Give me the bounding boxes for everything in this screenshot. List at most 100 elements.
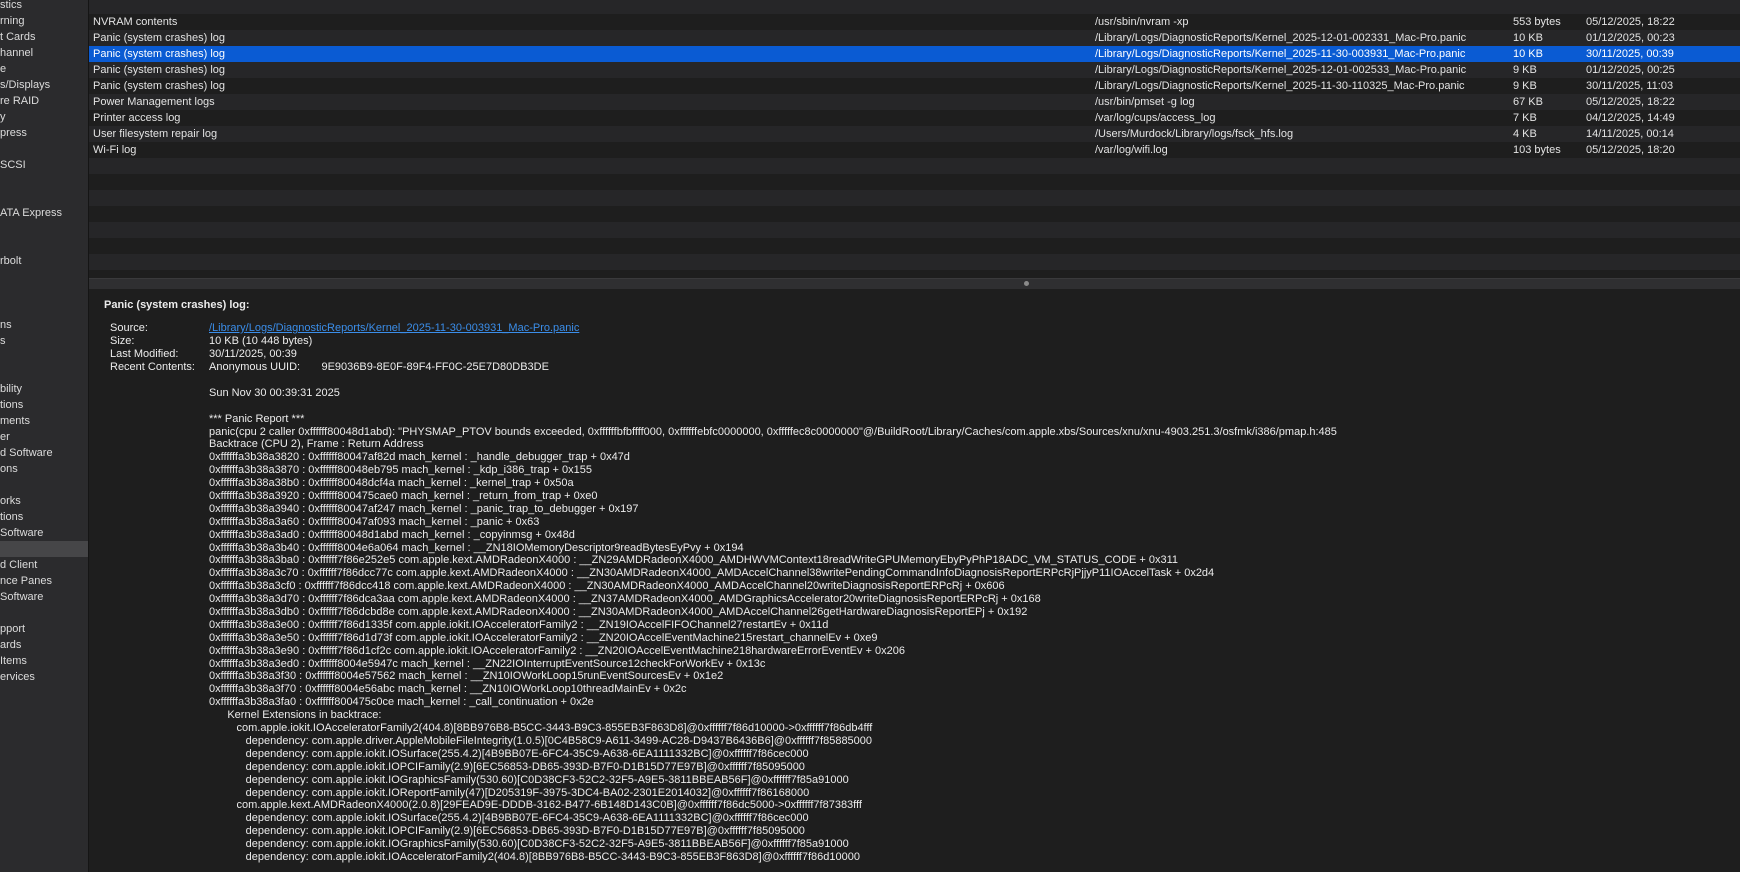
sidebar-item[interactable]: s/Displays — [0, 77, 88, 93]
table-row[interactable]: Panic (system crashes) log/Library/Logs/… — [89, 62, 1740, 78]
sidebar-item[interactable]: ATA Express — [0, 205, 88, 221]
sidebar-item[interactable]: nce Panes — [0, 573, 88, 589]
sidebar-item-label: Items — [0, 655, 27, 667]
sidebar-item[interactable]: Software — [0, 525, 88, 541]
log-line: 0xffffffa3b38a3920 : 0xffffff800475cae0 … — [209, 490, 598, 503]
sidebar-item[interactable]: stics — [0, 0, 88, 13]
log-line: dependency: com.apple.iokit.IOAccelerato… — [209, 850, 860, 863]
sidebar-item-label: s — [0, 335, 6, 347]
sidebar-item[interactable] — [0, 141, 88, 157]
sidebar-item[interactable]: rbolt — [0, 253, 88, 269]
sidebar-item[interactable]: er — [0, 429, 88, 445]
table-row[interactable]: Power Management logs/usr/bin/pmset -g l… — [89, 94, 1740, 110]
log-line: 0xffffffa3b38a3ad0 : 0xffffff80048d1abd … — [209, 528, 575, 541]
sidebar-item[interactable] — [0, 365, 88, 381]
sidebar-item[interactable]: ns — [0, 317, 88, 333]
sidebar-item-label: nce Panes — [0, 575, 52, 587]
table-row[interactable] — [89, 206, 1740, 222]
sidebar-item[interactable] — [0, 477, 88, 493]
table-row[interactable] — [89, 174, 1740, 190]
sidebar-item-label: ATA Express — [0, 207, 62, 219]
sidebar-item[interactable]: t Cards — [0, 29, 88, 45]
sidebar-item[interactable] — [0, 285, 88, 301]
sidebar-item[interactable] — [0, 269, 88, 285]
sidebar-item[interactable]: d Software — [0, 445, 88, 461]
sidebar-item[interactable]: y — [0, 109, 88, 125]
log-line: *** Panic Report *** — [209, 412, 305, 425]
sidebar-item-label: e — [0, 63, 7, 75]
sidebar: stics rning t Cards hannel e s/Displays re RAI… — [0, 0, 89, 872]
table-row[interactable]: NVRAM contents/usr/sbin/nvram -xp 553 byt… — [89, 14, 1740, 30]
sidebar-item-label: orks — [0, 495, 21, 507]
table-row[interactable] — [89, 254, 1740, 270]
sidebar-item[interactable]: Items — [0, 653, 88, 669]
sidebar-item[interactable] — [0, 237, 88, 253]
detail-pane: Panic (system crashes) log: Source: /Lib… — [89, 289, 1740, 872]
sidebar-item-label: bility — [0, 383, 23, 395]
sidebar-item[interactable]: e — [0, 61, 88, 77]
sidebar-item[interactable]: Software — [0, 589, 88, 605]
system-information-window: stics rning t Cards hannel e s/Displays re RAI… — [0, 0, 1740, 872]
sidebar-item[interactable]: press — [0, 125, 88, 141]
source-link[interactable]: /Library/Logs/DiagnosticReports/Kernel_2… — [209, 322, 579, 334]
log-line: 0xffffffa3b38a3ed0 : 0xffffff8004e5947c … — [209, 657, 766, 670]
log-line: 0xffffffa3b38a3e90 : 0xffffff7f86d1cf2c … — [209, 644, 905, 657]
log-line: Backtrace (CPU 2), Frame : Return Addres… — [209, 438, 424, 451]
sidebar-item[interactable]: ards — [0, 637, 88, 653]
table-row[interactable] — [89, 222, 1740, 238]
sidebar-item-label: Software — [0, 527, 44, 539]
log-line: com.apple.kext.AMDRadeonX4000(2.0.8)[29F… — [209, 799, 862, 812]
table-row[interactable] — [89, 238, 1740, 254]
log-line: 0xffffffa3b38a3f70 : 0xffffff8004e56abc … — [209, 683, 687, 696]
log-line: 0xffffffa3b38a3ba0 : 0xffffff7f86e252e5 … — [209, 554, 1179, 567]
sidebar-item-label: ons — [0, 463, 18, 475]
sidebar-item[interactable]: ments — [0, 413, 88, 429]
sidebar-item[interactable] — [0, 541, 88, 557]
log-line: 0xffffffa3b38a3820 : 0xffffff80047af82d … — [209, 451, 630, 464]
cell-date: 05/12/2025, 18:20 — [1586, 144, 1675, 156]
cell-date: 05/12/2025, 18:22 — [1586, 16, 1675, 28]
table-row[interactable]: Printer access log/var/log/cups/access_l… — [89, 110, 1740, 126]
log-line: 0xffffffa3b38a3a60 : 0xffffff80047af093 … — [209, 515, 540, 528]
table-row[interactable]: Wi-Fi log/var/log/wifi.log 103 bytes 05/12… — [89, 142, 1740, 158]
sidebar-item-label: SCSI — [0, 159, 26, 171]
table-row[interactable] — [89, 158, 1740, 174]
table-row[interactable] — [89, 270, 1740, 278]
size-label: Size: — [110, 335, 135, 347]
sidebar-item[interactable]: SCSI — [0, 157, 88, 173]
sidebar-item[interactable]: rning — [0, 13, 88, 29]
sidebar-item[interactable] — [0, 349, 88, 365]
sidebar-item[interactable]: re RAID — [0, 93, 88, 109]
sidebar-item[interactable]: orks — [0, 493, 88, 509]
sidebar-item-label: re RAID — [0, 95, 40, 107]
sidebar-item[interactable]: bility — [0, 381, 88, 397]
sidebar-item[interactable] — [0, 301, 88, 317]
table-row[interactable]: Panic (system crashes) log/Library/Logs/… — [89, 78, 1740, 94]
sidebar-item[interactable]: d Client — [0, 557, 88, 573]
sidebar-item[interactable]: tions — [0, 397, 88, 413]
cell-date: 14/11/2025, 00:14 — [1586, 128, 1674, 140]
table-row[interactable]: Panic (system crashes) log/Library/Logs/… — [89, 46, 1740, 62]
sidebar-item-label: s/Displays — [0, 79, 51, 91]
sidebar-item[interactable]: ervices — [0, 669, 88, 685]
sidebar-item[interactable]: tions — [0, 509, 88, 525]
log-line: dependency: com.apple.iokit.IOSurface(25… — [209, 747, 809, 760]
sidebar-item[interactable] — [0, 189, 88, 205]
sidebar-item-label: rbolt — [0, 255, 22, 267]
sidebar-item[interactable]: pport — [0, 621, 88, 637]
table-row[interactable]: Panic (system crashes) log/Library/Logs/… — [89, 30, 1740, 46]
table-row[interactable] — [89, 0, 1740, 14]
recent-contents-uuid: Anonymous UUID: 9E9036B9-8E0F-89F4-FF0C-… — [209, 361, 549, 373]
sidebar-item[interactable] — [0, 221, 88, 237]
sidebar-item[interactable]: hannel — [0, 45, 88, 61]
sidebar-item[interactable]: s — [0, 333, 88, 349]
table-row[interactable] — [89, 190, 1740, 206]
sidebar-item[interactable]: ons — [0, 461, 88, 477]
sidebar-item[interactable] — [0, 605, 88, 621]
log-line: 0xffffffa3b38a3c70 : 0xffffff7f86dcc77c … — [209, 567, 1215, 580]
table-row[interactable]: User filesystem repair log/Users/Murdock… — [89, 126, 1740, 142]
sidebar-item[interactable] — [0, 173, 88, 189]
splitter-handle-icon[interactable] — [1024, 281, 1029, 286]
cell-size: 9 KB — [1513, 64, 1537, 76]
recent-contents-label: Recent Contents: — [110, 361, 195, 373]
